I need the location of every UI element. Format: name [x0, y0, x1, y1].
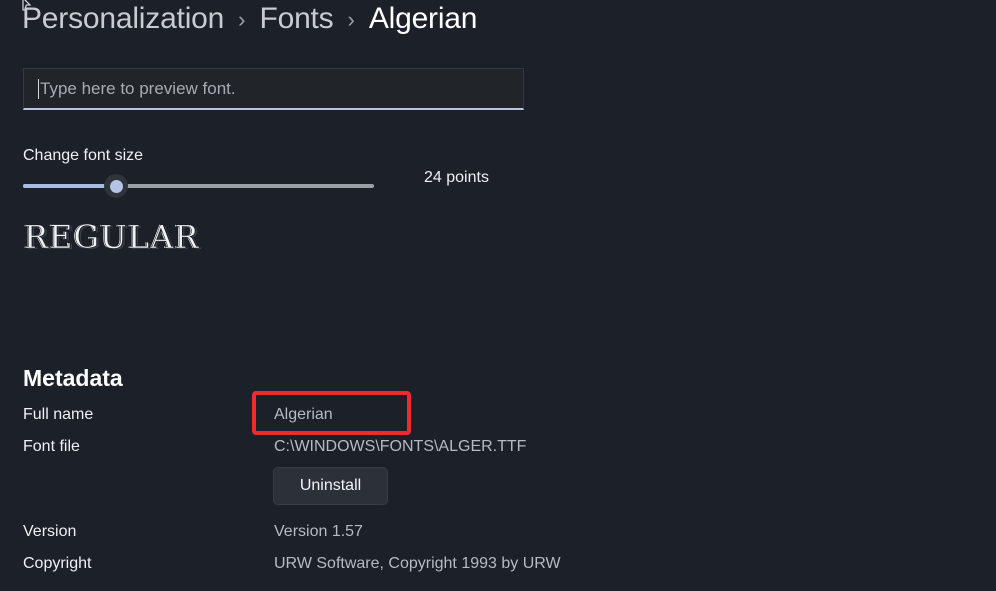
breadcrumb-item-personalization[interactable]: Personalization — [22, 2, 224, 36]
font-size-value: 24 points — [424, 169, 489, 186]
slider-thumb[interactable] — [104, 174, 128, 198]
metadata-row-version: Version Version 1.57 — [23, 523, 903, 541]
font-size-slider[interactable] — [23, 174, 374, 198]
metadata-value-full-name: Algerian — [274, 406, 333, 423]
font-preview-input[interactable] — [40, 78, 480, 99]
metadata-value-font-file: C:\WINDOWS\FONTS\ALGER.TTF — [274, 438, 527, 455]
metadata-heading: Metadata — [23, 365, 123, 392]
change-font-size-label: Change font size — [23, 147, 144, 164]
slider-thumb-inner — [109, 179, 123, 193]
metadata-label-full-name: Full name — [23, 406, 94, 423]
breadcrumb-item-algerian: Algerian — [368, 2, 478, 35]
metadata-row-copyright: Copyright URW Software, Copyright 1993 b… — [23, 555, 903, 573]
metadata-label-font-file: Font file — [23, 438, 80, 455]
uninstall-button[interactable]: Uninstall — [273, 467, 388, 505]
metadata-row-full-name: Full name Algerian — [23, 406, 903, 424]
chevron-right-icon: › — [238, 7, 246, 32]
font-preview-field[interactable] — [23, 68, 524, 110]
breadcrumb: Personalization › Fonts › Algerian — [22, 2, 477, 36]
metadata-row-font-file: Font file C:\WINDOWS\FONTS\ALGER.TTF — [23, 438, 903, 456]
metadata-label-copyright: Copyright — [23, 555, 92, 572]
text-caret — [38, 78, 39, 99]
font-size-slider-row: 24 points — [23, 169, 543, 202]
metadata-value-copyright: URW Software, Copyright 1993 by URW — [274, 555, 561, 572]
breadcrumb-item-fonts[interactable]: Fonts — [259, 2, 333, 36]
slider-track-fill — [23, 184, 117, 188]
metadata-value-version: Version 1.57 — [274, 523, 363, 540]
chevron-right-icon: › — [347, 7, 355, 32]
font-sample-text: REGULAR — [24, 218, 200, 257]
metadata-label-version: Version — [23, 523, 77, 540]
